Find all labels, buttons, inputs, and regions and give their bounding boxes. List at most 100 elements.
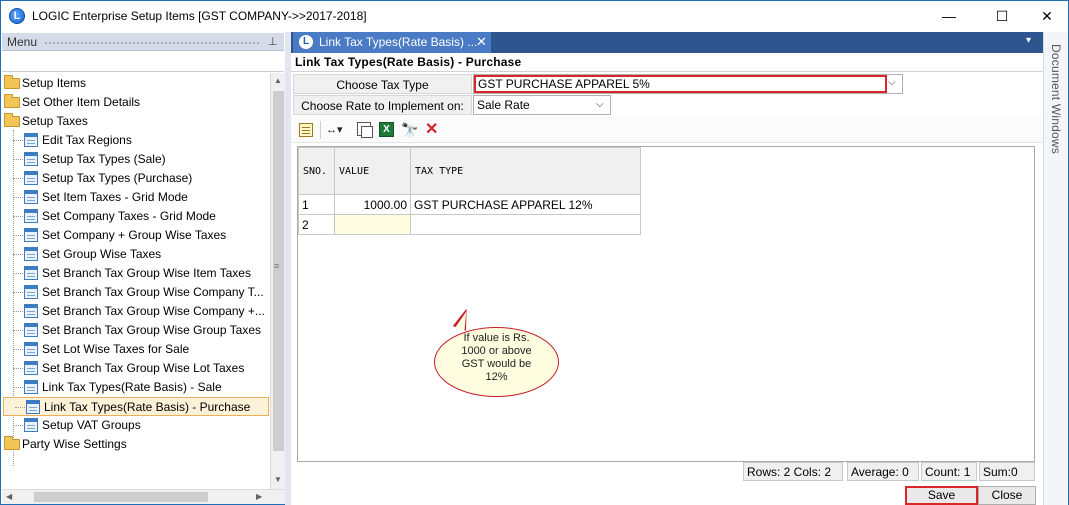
- sidebar-item-setup-tax-types-sale[interactable]: Setup Tax Types (Sale): [2, 150, 270, 169]
- status-count: Count: 1: [921, 462, 977, 481]
- form-icon: [24, 304, 38, 318]
- sidebar-item-set-item-taxes-grid-mode[interactable]: Set Item Taxes - Grid Mode: [2, 188, 270, 207]
- menu-search-box[interactable]: [2, 52, 284, 72]
- sidebar-item-setup-vat-groups[interactable]: Setup VAT Groups: [2, 416, 270, 435]
- tree-connector-branch: [13, 387, 23, 388]
- sidebar-item-set-group-wise-taxes[interactable]: Set Group Wise Taxes: [2, 245, 270, 264]
- page-title: Link Tax Types(Rate Basis) - Purchase: [295, 55, 522, 69]
- sidebar-item-set-company-group-wise-taxes[interactable]: Set Company + Group Wise Taxes: [2, 226, 270, 245]
- form-icon: [24, 380, 38, 394]
- form-icon: [24, 285, 38, 299]
- sidebar-item-set-branch-tax-group-wise-company-t[interactable]: Set Branch Tax Group Wise Company T...: [2, 283, 270, 302]
- sidebar-item-label: Setup VAT Groups: [42, 418, 141, 432]
- column-header-tax-type[interactable]: TAX TYPE: [410, 147, 641, 195]
- scroll-up-arrow-icon[interactable]: ▲: [274, 76, 282, 85]
- close-button[interactable]: Close: [978, 486, 1036, 505]
- form-icon: [24, 266, 38, 280]
- table-header-row: SNO. VALUE TAX TYPE: [298, 147, 641, 195]
- sidebar-item-setup-tax-types-purchase[interactable]: Setup Tax Types (Purchase): [2, 169, 270, 188]
- cell-sno[interactable]: 2: [298, 214, 335, 235]
- scroll-left-arrow-icon[interactable]: ◀: [6, 492, 12, 501]
- toolbar-separator: [320, 121, 321, 139]
- find-binoculars-icon[interactable]: 🔭: [401, 122, 419, 138]
- menu-horizontal-scrollbar[interactable]: ◀ ▶: [2, 489, 285, 504]
- sidebar-item-set-branch-tax-group-wise-company[interactable]: Set Branch Tax Group Wise Company +...: [2, 302, 270, 321]
- sidebar-item-set-branch-tax-group-wise-item-taxes[interactable]: Set Branch Tax Group Wise Item Taxes: [2, 264, 270, 283]
- sidebar-item-set-lot-wise-taxes-for-sale[interactable]: Set Lot Wise Taxes for Sale: [2, 340, 270, 359]
- copy-icon[interactable]: [357, 122, 373, 138]
- chevron-down-icon[interactable]: ⌵: [888, 77, 896, 88]
- sidebar-item-label: Set Group Wise Taxes: [42, 247, 162, 261]
- scroll-thumb[interactable]: [273, 91, 284, 451]
- tax-grid: SNO. VALUE TAX TYPE 1 1000.00 GST PURCHA…: [297, 146, 1035, 462]
- pin-icon[interactable]: ⊥: [268, 35, 278, 48]
- sidebar-item-edit-tax-regions[interactable]: Edit Tax Regions: [2, 131, 270, 150]
- chevron-down-icon[interactable]: ⌵: [596, 99, 604, 110]
- sidebar-item-set-other-item-details[interactable]: Set Other Item Details: [2, 93, 270, 112]
- column-width-icon[interactable]: ↔▾: [326, 122, 352, 138]
- form-icon: [24, 171, 38, 185]
- column-header-sno[interactable]: SNO.: [298, 147, 335, 195]
- menu-panel-header: Menu ⊥: [2, 33, 284, 51]
- status-sum: Sum:0: [979, 462, 1035, 481]
- status-average: Average: 0: [847, 462, 919, 481]
- cell-value[interactable]: 1000.00: [334, 194, 411, 215]
- scroll-right-arrow-icon[interactable]: ▶: [256, 492, 262, 501]
- sidebar-item-label: Party Wise Settings: [22, 437, 127, 451]
- minimize-button[interactable]: —: [926, 1, 972, 31]
- tree-connector-branch: [13, 197, 23, 198]
- tree-connector-branch: [13, 235, 23, 236]
- document-windows-label: Document Windows: [1049, 44, 1063, 154]
- tab-list-dropdown-icon[interactable]: ▾: [1026, 35, 1031, 46]
- tax-type-value[interactable]: GST PURCHASE APPAREL 5%: [474, 75, 887, 93]
- table-row[interactable]: 2: [298, 214, 641, 235]
- form-icon: [26, 400, 40, 414]
- tree-connector-branch: [13, 159, 23, 160]
- tab-link-tax-types[interactable]: L Link Tax Types(Rate Basis) ... ✕: [293, 32, 491, 53]
- scroll-thumb-horizontal[interactable]: [34, 492, 208, 502]
- title-bar[interactable]: L LOGIC Enterprise Setup Items [GST COMP…: [1, 1, 1068, 31]
- grid-status-bar: Rows: 2 Cols: 2 Average: 0 Count: 1 Sum:…: [741, 462, 1041, 481]
- tree-connector-branch: [13, 311, 23, 312]
- tree-connector-branch: [13, 330, 23, 331]
- sidebar-item-label: Set Branch Tax Group Wise Company +...: [42, 304, 265, 318]
- sidebar-item-set-branch-tax-group-wise-lot-taxes[interactable]: Set Branch Tax Group Wise Lot Taxes: [2, 359, 270, 378]
- maximize-button[interactable]: ☐: [979, 1, 1025, 31]
- folder-icon: [4, 113, 20, 127]
- scroll-grip-icon: ≡: [274, 261, 280, 271]
- folder-icon: [4, 436, 20, 450]
- sidebar-item-party-wise-settings[interactable]: Party Wise Settings: [2, 435, 270, 454]
- cell-tax-type[interactable]: [410, 214, 641, 235]
- sidebar-item-set-company-taxes-grid-mode[interactable]: Set Company Taxes - Grid Mode: [2, 207, 270, 226]
- menu-vertical-scrollbar[interactable]: ▲ ≡ ▼: [270, 73, 285, 489]
- sidebar-item-label: Setup Items: [22, 76, 87, 90]
- cell-tax-type[interactable]: GST PURCHASE APPAREL 12%: [410, 194, 641, 215]
- tax-table: SNO. VALUE TAX TYPE 1 1000.00 GST PURCHA…: [298, 147, 641, 235]
- sidebar-item-link-tax-types-rate-basis-purchase[interactable]: Link Tax Types(Rate Basis) - Purchase: [3, 397, 269, 416]
- sheet-icon[interactable]: [299, 123, 313, 137]
- table-row[interactable]: 1 1000.00 GST PURCHASE APPAREL 12%: [298, 194, 641, 215]
- form-icon: [24, 152, 38, 166]
- form-icon: [24, 361, 38, 375]
- callout-text: If value is Rs. 1000 or above GST would …: [461, 332, 532, 383]
- tab-close-icon[interactable]: ✕: [476, 34, 487, 50]
- sidebar-item-setup-items[interactable]: Setup Items: [2, 74, 270, 93]
- close-window-button[interactable]: ✕: [1024, 1, 1069, 31]
- sidebar-item-label: Setup Taxes: [22, 114, 88, 128]
- sidebar-item-set-branch-tax-group-wise-group-taxes[interactable]: Set Branch Tax Group Wise Group Taxes: [2, 321, 270, 340]
- column-header-value[interactable]: VALUE: [334, 147, 411, 195]
- cell-value[interactable]: [334, 214, 411, 235]
- cell-sno[interactable]: 1: [298, 194, 335, 215]
- excel-export-icon[interactable]: X: [379, 122, 394, 137]
- document-windows-panel[interactable]: Document Windows: [1043, 32, 1068, 505]
- sidebar-item-link-tax-types-rate-basis-sale[interactable]: Link Tax Types(Rate Basis) - Sale: [2, 378, 270, 397]
- tax-type-dropdown[interactable]: GST PURCHASE APPAREL 5% ⌵: [473, 74, 903, 94]
- save-button[interactable]: Save: [905, 486, 978, 505]
- tree-connector-branch: [13, 292, 23, 293]
- sidebar-item-setup-taxes[interactable]: Setup Taxes: [2, 112, 270, 131]
- rate-basis-dropdown[interactable]: Sale Rate ⌵: [473, 95, 611, 115]
- menu-drag-grip[interactable]: [44, 41, 260, 45]
- delete-icon[interactable]: ✕: [425, 122, 439, 138]
- sidebar-item-label: Set Branch Tax Group Wise Company T...: [42, 285, 264, 299]
- scroll-down-arrow-icon[interactable]: ▼: [274, 475, 282, 484]
